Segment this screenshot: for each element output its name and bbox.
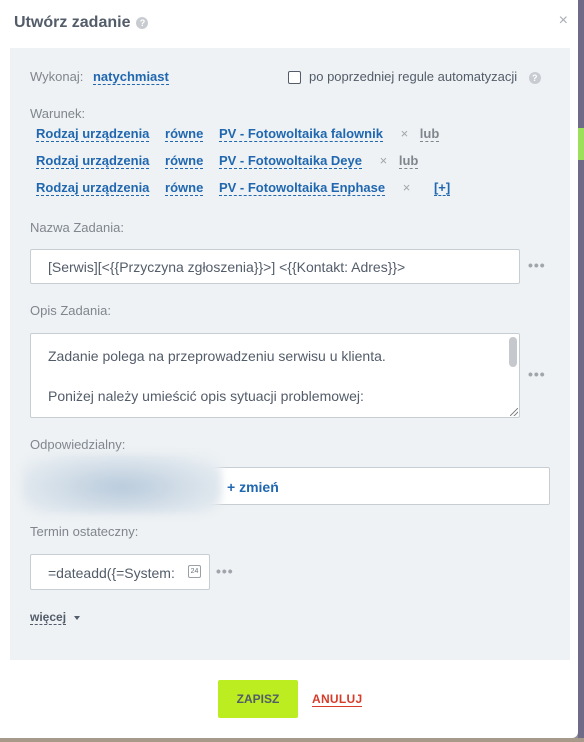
condition-field-link[interactable]: Rodzaj urządzenia <box>36 153 150 169</box>
help-icon[interactable]: ? <box>528 71 541 84</box>
dialog-title: Utwórz zadanie? <box>14 14 149 32</box>
dialog-title-text: Utwórz zadanie <box>14 14 131 31</box>
condition-label: Warunek: <box>30 106 86 121</box>
remove-condition-icon[interactable]: × <box>401 126 409 141</box>
add-condition-link[interactable]: [+] <box>433 180 451 196</box>
condition-field-link[interactable]: Rodzaj urządzenia <box>36 180 150 196</box>
task-name-more-icon[interactable]: ••• <box>528 257 546 273</box>
condition-value-link[interactable]: PV - Fotowoltaika falownik <box>218 126 383 142</box>
deadline-label: Termin ostateczny: <box>30 524 139 539</box>
execute-label: Wykonaj: <box>30 69 84 84</box>
remove-condition-icon[interactable]: × <box>380 153 388 168</box>
background-bottom <box>0 738 584 742</box>
previous-rule-label: po poprzedniej regule automatyzacji <box>309 69 518 84</box>
task-desc-line: Zadanie polega na przeprowadzeniu serwis… <box>48 348 386 364</box>
condition-operator-link[interactable]: równe <box>165 126 204 142</box>
calendar-icon[interactable]: 24 <box>188 565 201 578</box>
condition-joiner-link[interactable]: lub <box>419 126 440 142</box>
execute-value-link[interactable]: natychmiast <box>92 69 169 85</box>
condition-operator-link[interactable]: równe <box>165 180 204 196</box>
condition-value-link[interactable]: PV - Fotowoltaika Deye <box>218 153 363 169</box>
more-label[interactable]: więcej <box>30 610 67 625</box>
save-button[interactable]: ZAPISZ <box>218 680 298 718</box>
remove-condition-icon[interactable]: × <box>403 180 411 195</box>
condition-value-link[interactable]: PV - Fotowoltaika Enphase <box>218 180 386 196</box>
execute-row: Wykonaj: natychmiast <box>30 69 169 85</box>
condition-joiner-link[interactable]: lub <box>398 153 419 169</box>
deadline-value: =dateadd({=System: <box>48 565 175 581</box>
condition-row: Rodzaj urządzenia równe PV - Fotowoltaik… <box>36 180 451 196</box>
close-icon[interactable]: × <box>559 12 568 30</box>
task-desc-label: Opis Zadania: <box>30 303 111 318</box>
previous-rule-checkbox[interactable] <box>288 71 301 85</box>
background-accent <box>578 128 584 160</box>
resize-handle-icon[interactable] <box>510 408 518 416</box>
condition-row: Rodzaj urządzenia równe PV - Fotowoltaik… <box>36 126 440 142</box>
change-responsible-link[interactable]: + zmień <box>227 479 279 495</box>
task-desc-textarea[interactable]: Zadanie polega na przeprowadzeniu serwis… <box>30 333 520 418</box>
task-desc-line: Poniżej należy umieścić opis sytuacji pr… <box>48 388 364 404</box>
task-name-input[interactable]: [Serwis][<{{Przyczyna zgłoszenia}}>] <{{… <box>30 249 520 284</box>
background-strip <box>578 0 584 742</box>
automation-checkbox-row: po poprzedniej regule automatyzacji ? <box>288 69 541 85</box>
condition-row: Rodzaj urządzenia równe PV - Fotowoltaik… <box>36 153 419 169</box>
create-task-dialog: Utwórz zadanie? × Wykonaj: natychmiast p… <box>0 0 578 738</box>
task-name-label: Nazwa Zadania: <box>30 220 124 235</box>
dialog-content: Wykonaj: natychmiast po poprzedniej regu… <box>10 48 570 660</box>
deadline-more-icon[interactable]: ••• <box>216 563 234 579</box>
responsible-label: Odpowiedzialny: <box>30 437 126 452</box>
task-desc-more-icon[interactable]: ••• <box>528 366 546 382</box>
cancel-button[interactable]: ANULUJ <box>312 692 363 707</box>
condition-operator-link[interactable]: równe <box>165 153 204 169</box>
caret-down-icon <box>73 615 80 620</box>
more-toggle[interactable]: więcej <box>30 609 80 625</box>
condition-field-link[interactable]: Rodzaj urządzenia <box>36 126 150 142</box>
help-icon[interactable]: ? <box>136 16 149 29</box>
responsible-avatar-blurred <box>22 454 222 514</box>
textarea-scrollbar[interactable] <box>509 337 517 367</box>
deadline-input[interactable]: =dateadd({=System: 24 <box>30 554 210 590</box>
